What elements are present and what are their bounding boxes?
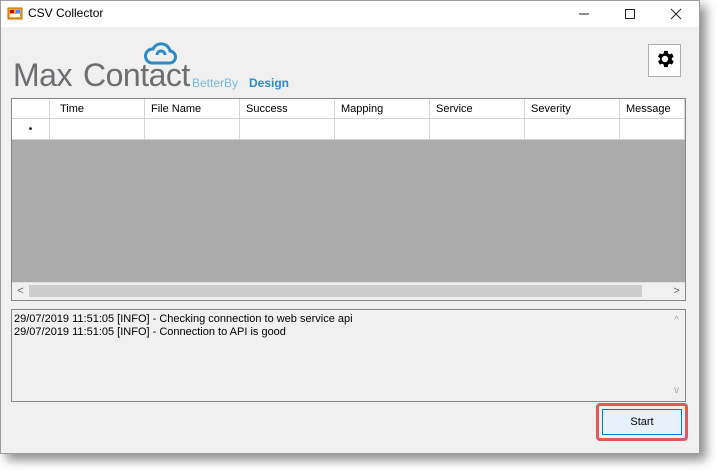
log-vertical-scrollbar[interactable]: ^ v (668, 310, 685, 401)
log-line: 29/07/2019 11:51:05 [INFO] - Connection … (14, 326, 286, 338)
column-header-file-name[interactable]: File Name (145, 99, 240, 119)
column-header-service[interactable]: Service (430, 99, 525, 119)
cell-file-name[interactable] (145, 119, 240, 140)
logo-max-text: Max (13, 57, 72, 93)
scroll-thumb[interactable] (29, 285, 642, 297)
cell-success[interactable] (240, 119, 335, 140)
grid-horizontal-scrollbar[interactable]: < > (12, 282, 685, 300)
app-icon (7, 6, 23, 22)
new-row[interactable]: • (12, 119, 685, 140)
column-header-mapping[interactable]: Mapping (335, 99, 430, 119)
title-bar[interactable]: CSV Collector (1, 1, 699, 27)
maximize-button[interactable] (607, 1, 653, 27)
scroll-left-arrow[interactable]: < (12, 283, 29, 300)
log-lines: 29/07/2019 11:51:05 [INFO] - Checking co… (14, 313, 353, 339)
log-line: 29/07/2019 11:51:05 [INFO] - Checking co… (14, 313, 353, 325)
grid-header-row: Time File Name Success Mapping Service S… (12, 99, 685, 119)
results-grid[interactable]: Time File Name Success Mapping Service S… (11, 98, 686, 301)
scroll-right-arrow[interactable]: > (668, 283, 685, 300)
new-row-marker: • (12, 119, 50, 140)
column-header-time[interactable]: Time (50, 99, 145, 119)
cell-time[interactable] (50, 119, 145, 140)
scroll-down-arrow[interactable]: v (668, 382, 685, 399)
column-header-severity[interactable]: Severity (525, 99, 620, 119)
logo-contact-text: Contact (83, 57, 190, 93)
scroll-up-arrow[interactable]: ^ (668, 312, 685, 329)
window-title: CSV Collector (28, 6, 104, 20)
log-output[interactable]: 29/07/2019 11:51:05 [INFO] - Checking co… (11, 309, 686, 402)
start-button[interactable]: Start (602, 409, 682, 435)
maxcontact-logo: Max Contact BetterBy Design (13, 39, 313, 95)
column-header-message[interactable]: Message (620, 99, 685, 119)
row-header-corner (12, 99, 50, 119)
cell-service[interactable] (430, 119, 525, 140)
close-button[interactable] (653, 1, 699, 27)
logo-tagline-better: BetterBy (192, 76, 239, 90)
csv-collector-window: CSV Collector Max Contact BetterBy Desig… (0, 0, 700, 454)
cell-mapping[interactable] (335, 119, 430, 140)
cell-severity[interactable] (525, 119, 620, 140)
logo-tagline-design: Design (249, 76, 290, 90)
gear-icon (654, 48, 676, 73)
column-header-success[interactable]: Success (240, 99, 335, 119)
cell-message[interactable] (620, 119, 685, 140)
minimize-button[interactable] (561, 1, 607, 27)
settings-button[interactable] (648, 44, 681, 77)
